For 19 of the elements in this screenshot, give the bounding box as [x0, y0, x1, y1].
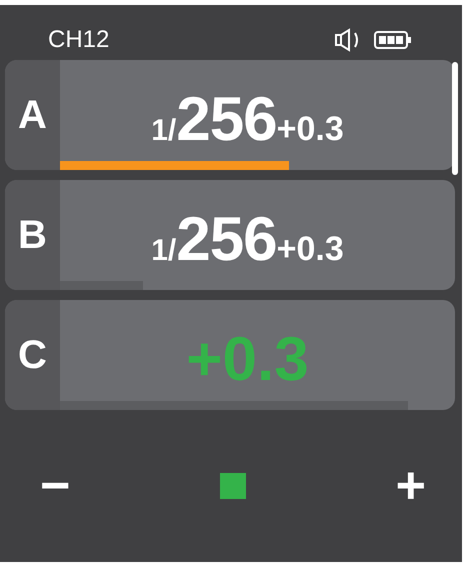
decrease-button[interactable]: − [36, 460, 74, 512]
group-letter: C [18, 332, 47, 378]
compensation-value: +0.3 [276, 230, 344, 269]
power-value: 256 [176, 204, 277, 275]
group-letter: B [18, 212, 47, 258]
group-card[interactable]: A 1/256+0.3 [5, 60, 455, 170]
increase-button[interactable]: + [392, 460, 430, 512]
group-card[interactable]: B 1/256+0.3 [5, 180, 455, 290]
power-fraction: 1/ [151, 234, 176, 268]
scrollbar[interactable] [452, 62, 458, 175]
channel-label: CH12 [48, 26, 110, 54]
battery-icon [374, 30, 412, 50]
compensation-value: +0.3 [276, 110, 344, 149]
power-fraction: 1/ [151, 114, 176, 148]
compensation-value: +0.3 [186, 324, 309, 395]
group-card[interactable]: C +0.3 [5, 300, 455, 410]
power-value: 256 [176, 84, 277, 155]
square-icon[interactable] [220, 473, 246, 499]
group-letter: A [18, 92, 47, 138]
